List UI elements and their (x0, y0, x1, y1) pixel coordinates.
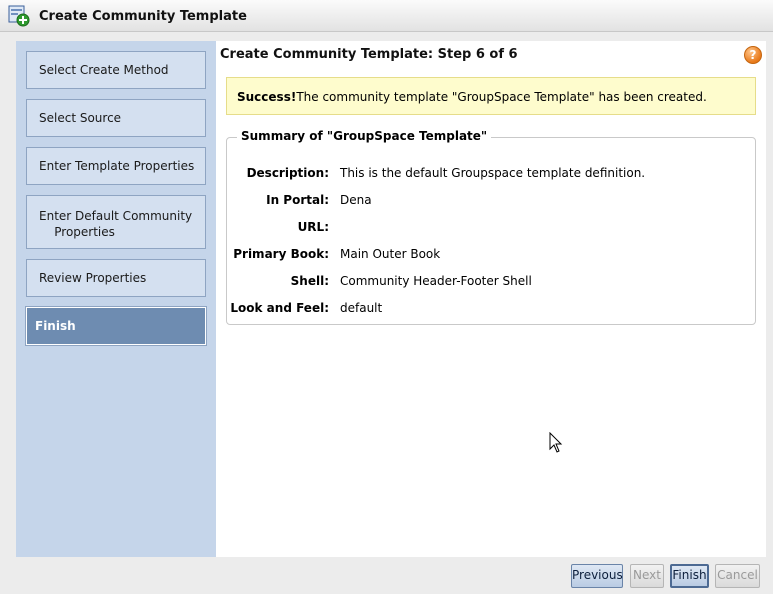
success-prefix: Success! (237, 90, 297, 104)
summary-row-in-portal: In Portal: Dena (227, 193, 755, 211)
step-select-source[interactable]: Select Source (26, 99, 206, 137)
summary-title: Summary of "GroupSpace Template" (237, 129, 492, 143)
mouse-pointer-icon (549, 432, 563, 453)
step-label: Enter Template Properties (39, 159, 195, 173)
field-label: Primary Book: (233, 247, 329, 261)
field-value: Community Header-Footer Shell (340, 274, 532, 288)
summary-row-url: URL: (227, 220, 755, 238)
template-add-icon (8, 5, 30, 27)
step-heading: Create Community Template: Step 6 of 6 (220, 47, 518, 62)
summary-row-look-and-feel: Look and Feel: default (227, 301, 755, 319)
summary-row-primary-book: Primary Book: Main Outer Book (227, 247, 755, 265)
step-label: Enter Default Community Properties (39, 209, 193, 239)
field-value: default (340, 301, 383, 315)
step-label: Review Properties (39, 271, 147, 285)
field-label: Description: (246, 166, 329, 180)
step-enter-template-properties[interactable]: Enter Template Properties (26, 147, 206, 185)
step-label: Finish (35, 319, 76, 333)
help-icon[interactable]: ? (744, 46, 762, 64)
title-bar: Create Community Template (0, 0, 773, 32)
step-review-properties[interactable]: Review Properties (26, 259, 206, 297)
step-enter-default-community-properties[interactable]: Enter Default Community Properties (26, 195, 206, 249)
field-label: URL: (297, 220, 329, 234)
wizard-content: Create Community Template: Step 6 of 6 ?… (216, 41, 766, 557)
field-value: This is the default Groupspace template … (340, 166, 646, 180)
field-label: In Portal: (266, 193, 329, 207)
summary-row-shell: Shell: Community Header-Footer Shell (227, 274, 755, 292)
success-message: Success!The community template "GroupSpa… (226, 77, 756, 115)
field-label: Look and Feel: (230, 301, 329, 315)
window-title: Create Community Template (39, 9, 247, 24)
cancel-button[interactable]: Cancel (715, 564, 760, 588)
previous-button[interactable]: Previous (571, 564, 623, 588)
field-label: Shell: (290, 274, 329, 288)
success-text: The community template "GroupSpace Templ… (296, 90, 707, 104)
field-value: Dena (340, 193, 372, 207)
field-value: Main Outer Book (340, 247, 441, 261)
wizard-steps-sidebar: Select Create Method Select Source Enter… (16, 41, 216, 557)
finish-button[interactable]: Finish (670, 564, 709, 588)
summary-panel: Summary of "GroupSpace Template" Descrip… (226, 129, 756, 325)
step-finish[interactable]: Finish (26, 307, 206, 345)
step-label: Select Source (39, 111, 122, 125)
summary-row-description: Description: This is the default Groupsp… (227, 166, 755, 184)
step-label: Select Create Method (39, 63, 169, 77)
step-select-create-method[interactable]: Select Create Method (26, 51, 206, 89)
next-button[interactable]: Next (630, 564, 664, 588)
